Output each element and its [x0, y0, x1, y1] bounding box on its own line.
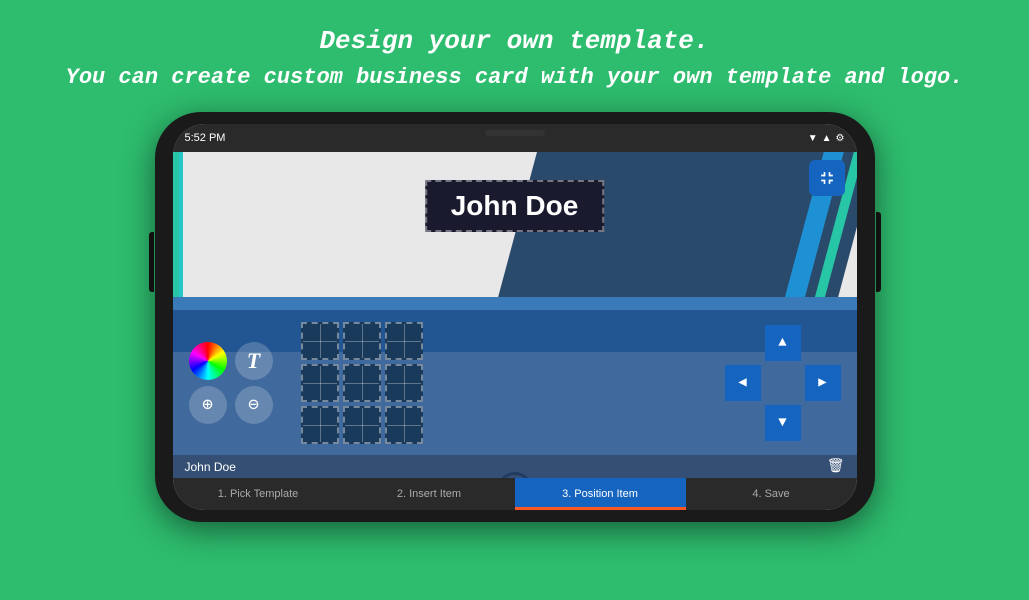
- header-line2: You can create custom business card with…: [40, 61, 989, 94]
- trash-icon[interactable]: 🗑: [827, 458, 845, 475]
- zoom-in-button[interactable]: ⊕: [189, 386, 227, 424]
- collapse-icon: [817, 168, 837, 188]
- arrow-empty-2: [805, 325, 841, 361]
- arrow-left-button[interactable]: ◀: [725, 365, 761, 401]
- phone-screen: 5:52 PM ▼ ▲ ⚙: [173, 124, 857, 510]
- grid-cell-3[interactable]: [385, 322, 423, 360]
- phone-wrapper: 5:52 PM ▼ ▲ ⚙: [0, 112, 1029, 522]
- grid-selector[interactable]: [301, 322, 423, 444]
- arrow-empty-4: [725, 405, 761, 441]
- header: Design your own template. You can create…: [0, 0, 1029, 104]
- step-tabs: 1. Pick Template 2. Insert Item 3. Posit…: [173, 478, 857, 510]
- name-bar-text: John Doe: [185, 460, 236, 474]
- signal-icon: ▲: [822, 133, 832, 144]
- arrow-controls: ▲ ◀ ▶ ▼: [725, 325, 841, 441]
- arrow-down-button[interactable]: ▼: [765, 405, 801, 441]
- card-name[interactable]: John Doe: [425, 180, 605, 232]
- text-button[interactable]: T: [235, 342, 273, 380]
- control-panel: T ⊕ ⊖: [173, 310, 857, 455]
- tab-pick-template[interactable]: 1. Pick Template: [173, 478, 344, 510]
- arrow-empty-5: [805, 405, 841, 441]
- battery-icon: ⚙: [836, 133, 845, 144]
- status-icons: ▼ ▲ ⚙: [808, 133, 845, 144]
- grid-cell-8[interactable]: [343, 406, 381, 444]
- left-toolbar: T ⊕ ⊖: [189, 342, 273, 424]
- grid-cell-1[interactable]: [301, 322, 339, 360]
- tab-insert-item[interactable]: 2. Insert Item: [344, 478, 515, 510]
- tab-position-item[interactable]: 3. Position Item: [515, 478, 686, 510]
- wifi-icon: ▼: [808, 133, 818, 144]
- arrow-empty-1: [725, 325, 761, 361]
- arrow-empty-3: [765, 365, 801, 401]
- collapse-button[interactable]: [809, 160, 845, 196]
- screen-content: John Doe: [173, 152, 857, 510]
- grid-cell-9[interactable]: [385, 406, 423, 444]
- phone-speaker: [485, 130, 545, 136]
- phone: 5:52 PM ▼ ▲ ⚙: [155, 112, 875, 522]
- tab-save[interactable]: 4. Save: [686, 478, 857, 510]
- toolbar-row-1: T: [189, 342, 273, 380]
- status-bar: 5:52 PM ▼ ▲ ⚙: [173, 124, 857, 152]
- main-container: Design your own template. You can create…: [0, 0, 1029, 522]
- grid-cell-4[interactable]: [301, 364, 339, 402]
- arrow-up-button[interactable]: ▲: [765, 325, 801, 361]
- grid-cell-5[interactable]: [343, 364, 381, 402]
- toolbar-row-2: ⊕ ⊖: [189, 386, 273, 424]
- status-time: 5:52 PM: [185, 132, 226, 144]
- name-bar: John Doe 🗑: [173, 455, 857, 478]
- arrow-right-button[interactable]: ▶: [805, 365, 841, 401]
- header-line1: Design your own template.: [40, 22, 989, 61]
- grid-cell-6[interactable]: [385, 364, 423, 402]
- zoom-out-button[interactable]: ⊖: [235, 386, 273, 424]
- grid-cell-7[interactable]: [301, 406, 339, 444]
- color-wheel-button[interactable]: [189, 342, 227, 380]
- grid-cell-2[interactable]: [343, 322, 381, 360]
